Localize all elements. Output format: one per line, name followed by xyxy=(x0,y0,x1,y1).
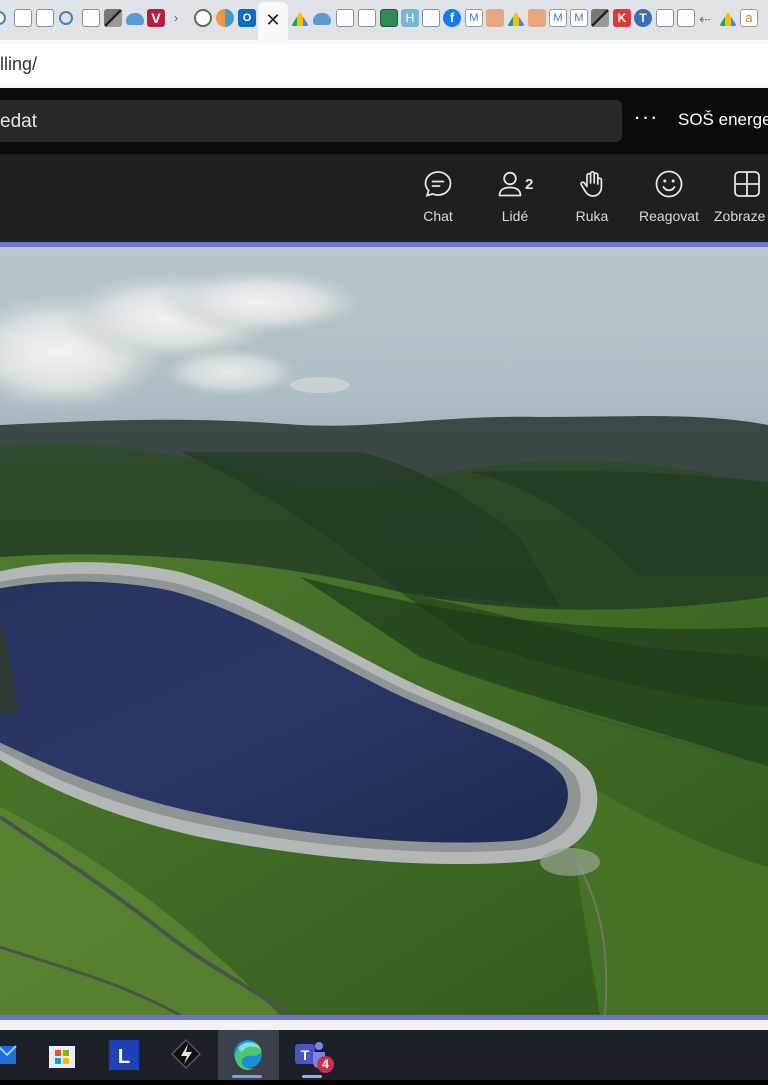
page-icon[interactable] xyxy=(14,9,32,27)
address-bar: lling/ xyxy=(0,40,768,89)
edge-app-icon[interactable] xyxy=(104,9,122,27)
edge-app-icon[interactable] xyxy=(591,9,609,27)
h-icon[interactable]: H xyxy=(401,9,419,27)
edge-icon[interactable] xyxy=(218,1030,279,1080)
page-icon[interactable] xyxy=(336,9,354,27)
url-text: lling/ xyxy=(0,54,38,74)
browser-tab-strip: V › O ✕ H f M M M K T ⇠ a xyxy=(0,0,768,40)
chat-icon xyxy=(424,171,452,197)
page-icon[interactable] xyxy=(656,9,674,27)
view-button[interactable]: Zobraze xyxy=(712,154,768,242)
m-icon[interactable]: M xyxy=(570,9,588,27)
shared-video[interactable] xyxy=(0,247,768,1015)
search-icon[interactable] xyxy=(59,11,73,25)
view-label: Zobraze xyxy=(714,208,766,224)
taskbar: L T 4 xyxy=(0,1030,768,1080)
meeting-control-bar: Chat 2 Lidé Ruka Reagovat Zobraze xyxy=(0,154,768,242)
svg-text:L: L xyxy=(118,1046,130,1068)
onedrive-icon[interactable] xyxy=(313,13,331,25)
onedrive-icon[interactable] xyxy=(126,13,144,25)
drive-icon[interactable] xyxy=(507,12,525,26)
chat-button[interactable]: Chat xyxy=(408,154,468,242)
store-icon-graphic xyxy=(49,1046,75,1068)
people-icon[interactable] xyxy=(528,9,546,27)
app-icon[interactable] xyxy=(157,1030,215,1080)
active-indicator xyxy=(232,1075,262,1078)
arrow-icon[interactable]: › xyxy=(174,12,186,24)
search-icon[interactable] xyxy=(0,11,6,25)
url-field[interactable]: lling/ xyxy=(0,44,768,84)
people-icon[interactable] xyxy=(486,9,504,27)
drive-icon[interactable] xyxy=(291,12,309,26)
v-logo-icon[interactable]: V xyxy=(147,9,165,27)
people-label: Lidé xyxy=(501,208,529,224)
organization-name[interactable]: SOŠ energet xyxy=(678,110,768,130)
emoji-icon xyxy=(655,170,683,198)
people-button[interactable]: 2 Lidé xyxy=(482,154,548,242)
outlook-icon[interactable]: O xyxy=(238,9,256,27)
page-icon[interactable] xyxy=(36,9,54,27)
teams-header: edat ··· SOŠ energet xyxy=(0,88,768,154)
diamond-app-icon xyxy=(170,1038,202,1070)
teams-notification-badge: 4 xyxy=(317,1056,334,1073)
page-icon[interactable] xyxy=(422,9,440,27)
wordpress-icon[interactable] xyxy=(194,9,212,27)
people-count: 2 xyxy=(525,176,534,193)
teams-icon-graphic: T xyxy=(295,1042,325,1068)
view-grid-icon xyxy=(734,171,760,197)
l-app-icon-graphic: L xyxy=(109,1040,139,1070)
search-placeholder: edat xyxy=(0,111,37,132)
react-button[interactable]: Reagovat xyxy=(632,154,706,242)
mail-icon-graphic xyxy=(0,1045,17,1064)
edge-icon-graphic xyxy=(234,1040,262,1070)
facebook-icon[interactable]: f xyxy=(443,9,461,27)
page-icon[interactable] xyxy=(677,9,695,27)
search-input[interactable]: edat xyxy=(0,100,622,142)
puzzle-icon[interactable] xyxy=(216,9,234,27)
l-app-icon[interactable]: L xyxy=(95,1030,153,1080)
m-icon[interactable]: M xyxy=(549,9,567,27)
svg-text:T: T xyxy=(301,1047,310,1063)
teams-icon[interactable]: T 4 xyxy=(283,1030,341,1080)
react-label: Reagovat xyxy=(639,208,699,224)
stage-bottom-strip xyxy=(0,1020,768,1030)
close-tab-icon[interactable]: ✕ xyxy=(264,9,282,31)
running-indicator xyxy=(302,1075,322,1078)
raise-hand-label: Ruka xyxy=(575,208,609,224)
t-icon[interactable]: T xyxy=(634,9,652,27)
mail-icon[interactable] xyxy=(0,1030,36,1080)
people-icon xyxy=(498,171,522,197)
page-icon[interactable] xyxy=(82,9,100,27)
arrow-icon[interactable]: ⇠ xyxy=(699,12,715,26)
page-icon[interactable] xyxy=(358,9,376,27)
more-options-button[interactable]: ··· xyxy=(632,106,660,134)
raise-hand-button[interactable]: Ruka xyxy=(562,154,622,242)
chat-label: Chat xyxy=(423,208,453,224)
k-icon[interactable]: K xyxy=(613,9,631,27)
amazon-icon[interactable]: a xyxy=(740,9,758,27)
drive-icon[interactable] xyxy=(719,12,737,26)
raise-hand-icon xyxy=(580,170,603,197)
sheet-icon[interactable] xyxy=(380,9,398,27)
store-icon[interactable] xyxy=(33,1030,91,1080)
m-icon[interactable]: M xyxy=(465,9,483,27)
video-frame-landscape xyxy=(0,247,768,1015)
